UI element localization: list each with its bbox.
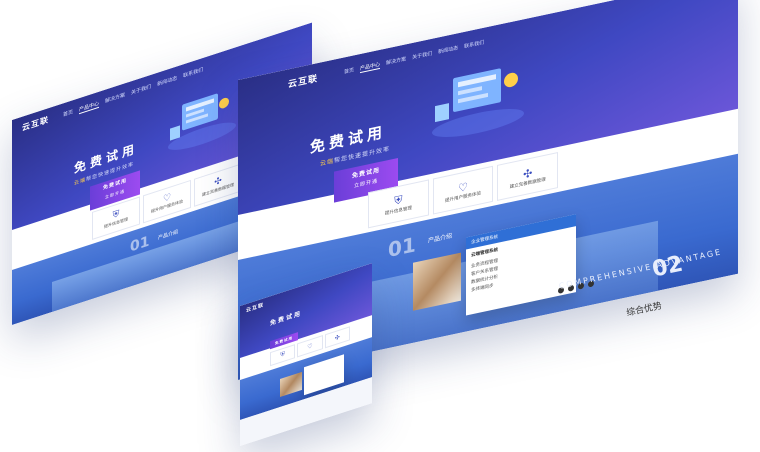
section-title: 产品介绍: [428, 232, 453, 245]
mockup-stage: 云互联 首页 产品中心 解决方案 关于我们 新闻动态 联系我们 免费试用 云端帮…: [0, 0, 760, 452]
feature-label: 提升信息管理: [384, 206, 412, 217]
nav-item-home[interactable]: 首页: [344, 66, 354, 75]
shield-check-icon: ⛨: [280, 350, 285, 359]
phone-logo[interactable]: 云互联: [246, 301, 264, 314]
section-number: 01: [388, 232, 416, 263]
nav-item-about[interactable]: 关于我们: [412, 50, 432, 61]
nav-item-news[interactable]: 新闻动态: [438, 44, 458, 55]
laptop-photo: [413, 252, 461, 311]
advantage-title: 综合优势: [625, 301, 663, 319]
nav-item-products[interactable]: 产品中心: [79, 99, 100, 114]
nav-item-about[interactable]: 关于我们: [131, 83, 151, 97]
nav-item-news[interactable]: 新闻动态: [157, 74, 177, 88]
tablet-logo[interactable]: 云互联: [22, 114, 49, 134]
nav-item-solutions[interactable]: 解决方案: [386, 55, 406, 66]
network-icon: ✣: [334, 333, 340, 342]
nav-item-contact[interactable]: 联系我们: [183, 66, 203, 80]
section-title: 产品介绍: [158, 229, 179, 242]
nav-item-home[interactable]: 首页: [63, 108, 73, 118]
city-background: [52, 217, 252, 313]
laptop-photo: [280, 371, 302, 398]
heart-icon: ♡: [307, 341, 313, 351]
desktop-logo[interactable]: 云互联: [288, 71, 318, 90]
banner-title: 免费试用: [270, 309, 303, 328]
nav-item-products[interactable]: 产品中心: [360, 60, 381, 73]
nav-item-solutions[interactable]: 解决方案: [105, 91, 125, 105]
nav-item-contact[interactable]: 联系我们: [464, 39, 484, 50]
